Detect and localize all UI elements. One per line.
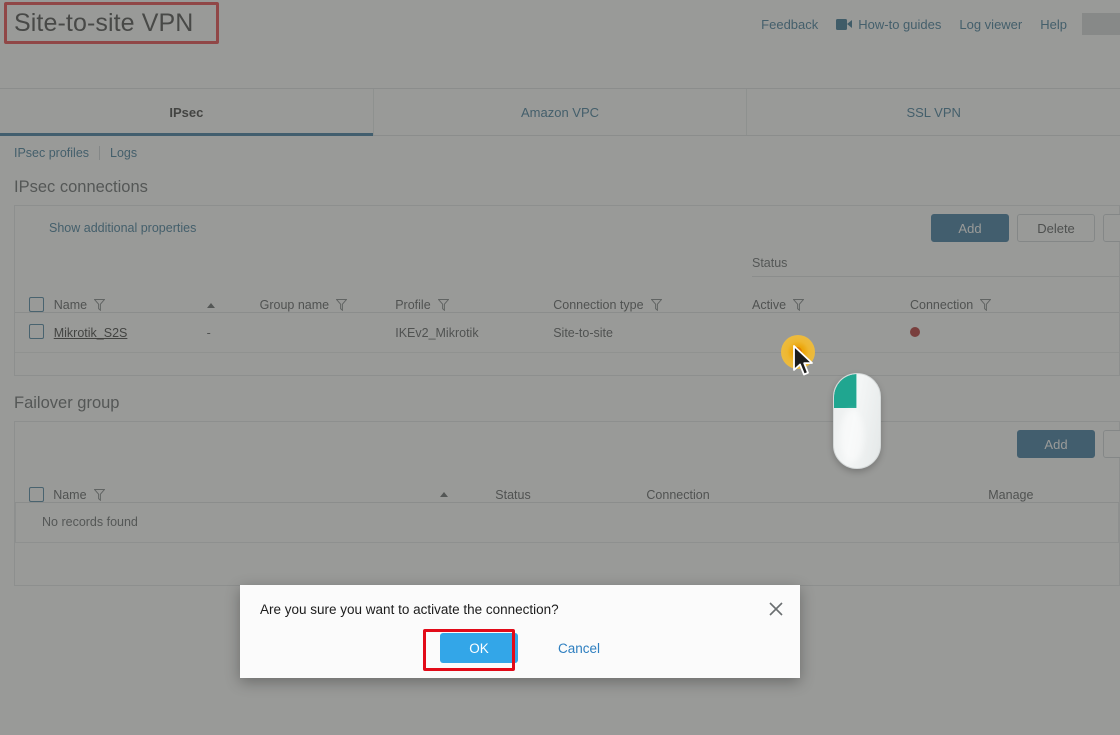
dialog-actions: OK Cancel [240, 633, 800, 663]
close-icon[interactable] [766, 599, 786, 619]
ok-button[interactable]: OK [439, 633, 518, 663]
dialog-message: Are you sure you want to activate the co… [260, 602, 559, 617]
cancel-button[interactable]: Cancel [558, 641, 600, 656]
confirm-dialog: Are you sure you want to activate the co… [240, 585, 800, 678]
screen: Site-to-site VPN Feedback How-to guides … [0, 0, 1120, 735]
